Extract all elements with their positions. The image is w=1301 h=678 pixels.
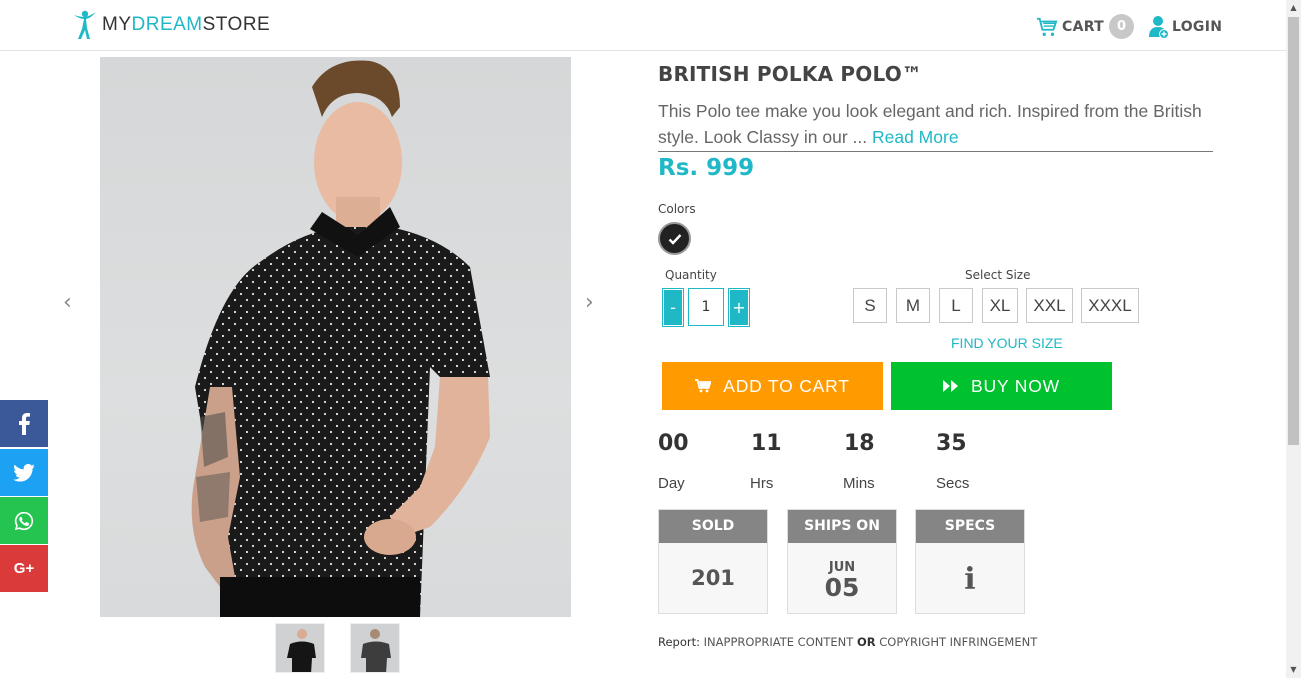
size-option-xxl[interactable]: XXL	[1026, 288, 1073, 323]
user-add-icon	[1149, 16, 1169, 39]
countdown-secs: 35	[936, 431, 967, 456]
size-option-l[interactable]: L	[939, 288, 973, 323]
size-option-xl[interactable]: XL	[982, 288, 1018, 323]
select-size-label: Select Size	[965, 268, 1031, 282]
report-line: Report: INAPPROPRIATE CONTENT OR COPYRIG…	[658, 635, 1038, 649]
logo-figure-icon	[74, 10, 96, 39]
countdown-days-label: Day	[658, 475, 685, 492]
model-wearing-polo-image	[191, 60, 490, 617]
ships-on-box: SHIPS ON JUN 05	[787, 509, 897, 614]
checkmark-icon	[668, 233, 681, 245]
scroll-down-arrow-icon[interactable]: ▼	[1286, 662, 1301, 678]
login-label: LOGIN	[1172, 19, 1223, 35]
countdown-mins-label: Mins	[843, 475, 875, 492]
cart-count-badge: 0	[1109, 14, 1135, 39]
product-description: This Polo tee make you look elegant and …	[658, 101, 1202, 147]
ships-on-day: 05	[824, 573, 860, 602]
countdown-mins: 18	[844, 431, 875, 456]
logo-text: MYDREAMSTORE	[102, 14, 271, 35]
twitter-share-button[interactable]	[0, 449, 48, 496]
twitter-icon	[13, 463, 35, 482]
cart-label: CART	[1062, 18, 1105, 35]
shopping-cart-icon	[695, 379, 712, 393]
quantity-label: Quantity	[665, 268, 717, 282]
sold-header: SOLD	[659, 510, 767, 543]
report-inappropriate-link[interactable]: INAPPROPRIATE CONTENT	[704, 635, 854, 649]
read-more-link[interactable]: Read More	[872, 127, 959, 147]
quantity-increase-button[interactable]: +	[728, 288, 750, 327]
countdown-hours: 11	[751, 431, 782, 456]
product-main-image	[100, 57, 571, 617]
quantity-decrease-button[interactable]: -	[662, 288, 684, 327]
description-divider	[658, 151, 1213, 152]
buy-now-label: BUY NOW	[971, 375, 1060, 396]
product-thumbnail-front[interactable]	[275, 623, 325, 673]
whatsapp-share-button[interactable]	[0, 497, 48, 544]
scroll-up-arrow-icon[interactable]: ▲	[1286, 0, 1301, 16]
product-price: Rs. 999	[658, 155, 755, 181]
quantity-input[interactable]	[688, 288, 724, 326]
login-link[interactable]: LOGIN	[1148, 15, 1222, 39]
size-option-s[interactable]: S	[853, 288, 887, 323]
site-header: MYDREAMSTORE CART 0 LOGIN	[0, 0, 1286, 51]
cart-link[interactable]: CART 0	[1036, 14, 1135, 39]
google-plus-icon: G+	[13, 560, 35, 577]
product-thumbnail-back[interactable]	[350, 623, 400, 673]
product-title: BRITISH POLKA POLO™	[658, 62, 923, 86]
facebook-icon	[19, 412, 30, 435]
gallery-next-arrow-icon[interactable]: ›	[585, 290, 594, 315]
buy-now-button[interactable]: BUY NOW	[891, 362, 1112, 410]
countdown-hours-label: Hrs	[750, 475, 774, 492]
google-plus-share-button[interactable]: G+	[0, 545, 48, 592]
scrollbar-thumb[interactable]	[1288, 17, 1299, 445]
fast-forward-icon	[943, 379, 959, 393]
color-swatch-black[interactable]	[658, 222, 691, 255]
page-scrollbar[interactable]: ▲ ▼	[1286, 0, 1301, 678]
sold-box: SOLD 201	[658, 509, 768, 614]
add-to-cart-button[interactable]: ADD TO CART	[662, 362, 883, 410]
size-option-xxxl[interactable]: XXXL	[1081, 288, 1139, 323]
info-icon[interactable]: i	[916, 562, 1024, 597]
colors-label: Colors	[658, 202, 696, 216]
add-to-cart-label: ADD TO CART	[723, 375, 850, 396]
whatsapp-icon	[14, 511, 34, 530]
specs-box[interactable]: SPECS i	[915, 509, 1025, 614]
store-logo[interactable]: MYDREAMSTORE	[72, 8, 270, 42]
size-option-m[interactable]: M	[896, 288, 930, 323]
ships-on-header: SHIPS ON	[788, 510, 896, 543]
countdown-days: 00	[658, 431, 689, 456]
cart-icon	[1036, 17, 1058, 36]
specs-header: SPECS	[916, 510, 1024, 543]
gallery-prev-arrow-icon[interactable]: ‹	[63, 290, 72, 315]
report-copyright-link[interactable]: COPYRIGHT INFRINGEMENT	[879, 635, 1037, 649]
sold-count: 201	[691, 566, 735, 590]
facebook-share-button[interactable]	[0, 400, 48, 447]
countdown-secs-label: Secs	[936, 475, 970, 492]
find-your-size-link[interactable]: FIND YOUR SIZE	[951, 335, 1063, 351]
